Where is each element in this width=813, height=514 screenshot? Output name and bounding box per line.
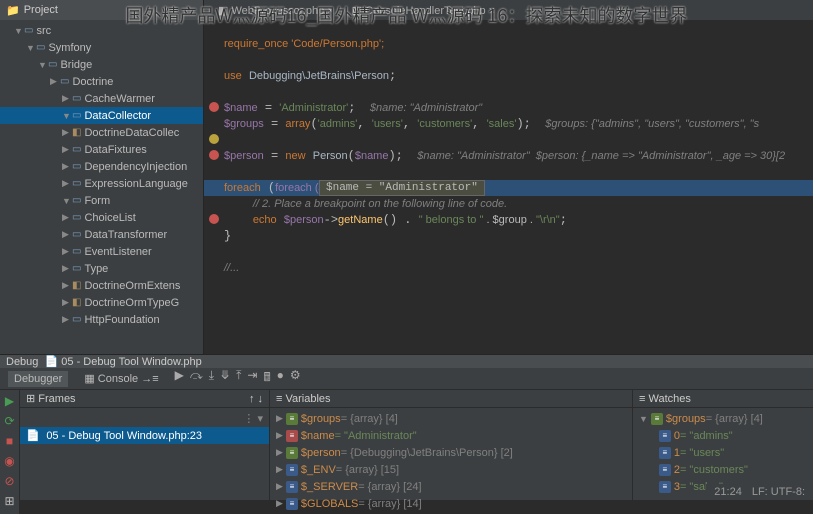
tree-node[interactable]: ▼▭DataCollector: [0, 107, 203, 124]
resume-icon[interactable]: ▶: [175, 368, 184, 389]
tree-node[interactable]: ▶▭HttpFoundation: [0, 311, 203, 328]
watch-item[interactable]: ≡1 = "users": [633, 444, 813, 461]
tree-node[interactable]: ▶▭DataTransformer: [0, 226, 203, 243]
evaluate-icon[interactable]: 🖩: [263, 368, 270, 389]
encoding[interactable]: LF: UTF-8:: [752, 486, 805, 498]
tree-node[interactable]: ▼▭Bridge: [0, 56, 203, 73]
project-sidebar: 📁 Project ▼▭src▼▭Symfony▼▭Bridge▶▭Doctri…: [0, 0, 204, 354]
layout-icon[interactable]: ⊞: [4, 494, 14, 508]
tree-node[interactable]: ▼▭Symfony: [0, 39, 203, 56]
tree-node[interactable]: ▶◧DoctrineOrmExtens: [0, 277, 203, 294]
debug-left-rail: ▶ ⟳ ■ ◉ ⊘ ⊞: [0, 390, 20, 514]
debug-panel: Debug 📄 05 - Debug Tool Window.php Debug…: [0, 354, 813, 500]
breakpoint-icon[interactable]: [209, 102, 219, 112]
step-into-icon[interactable]: ⤓: [209, 368, 214, 389]
tree-node[interactable]: ▶◧DoctrineOrmTypeG: [0, 294, 203, 311]
project-tree[interactable]: ▼▭src▼▭Symfony▼▭Bridge▶▭Doctrine▶▭CacheW…: [0, 20, 203, 354]
tree-node[interactable]: ▼▭Form: [0, 192, 203, 209]
view-bp-icon[interactable]: ◉: [4, 454, 14, 468]
editor-tabs[interactable]: ◧ WebProcessor.php ×◧ ConsoleHandlerTest…: [204, 0, 813, 20]
project-header[interactable]: 📁 Project: [0, 0, 203, 20]
toggle-bp-icon[interactable]: ●: [277, 368, 284, 389]
tree-node[interactable]: ▶▭EventListener: [0, 243, 203, 260]
variables-panel: ≡ Variables ▶≡$groups = {array} [4]▶≡$na…: [270, 390, 633, 514]
tree-node[interactable]: ▶▭ChoiceList: [0, 209, 203, 226]
cursor-pos[interactable]: 21:24: [714, 486, 742, 498]
variables-title: Variables: [285, 393, 330, 405]
rerun-icon[interactable]: ▶: [5, 394, 14, 408]
force-step-icon[interactable]: ⤋: [220, 368, 230, 389]
resume-icon[interactable]: ⟳: [4, 414, 14, 428]
tree-node[interactable]: ▶▭CacheWarmer: [0, 90, 203, 107]
tab-console[interactable]: ▦ Console →≡: [78, 370, 164, 387]
tree-node[interactable]: ▶▭DependencyInjection: [0, 158, 203, 175]
debug-toolbar: Debugger ▦ Console →≡ ▶ ⤼ ⤓ ⤋ ⤒ ⇥ 🖩 ● ⚙: [0, 368, 813, 390]
eval-tooltip: $name = "Administrator": [319, 180, 485, 196]
file-icon: 📄: [45, 355, 59, 368]
stack-frame[interactable]: 📄 05 - Debug Tool Window.php:23: [20, 427, 269, 444]
frames-panel: ⊞ Frames↑ ↓ ⋮ ▾ 📄 05 - Debug Tool Window…: [20, 390, 270, 514]
tree-node[interactable]: ▶▭ExpressionLanguage: [0, 175, 203, 192]
warn-icon: [209, 134, 219, 144]
frames-icon: ⊞: [26, 392, 35, 405]
frames-title: Frames: [38, 393, 75, 405]
tree-node[interactable]: ▶▭Type: [0, 260, 203, 277]
breakpoint-icon[interactable]: [209, 150, 219, 160]
debug-title-bar[interactable]: Debug 📄 05 - Debug Tool Window.php: [0, 355, 813, 368]
editor-tab[interactable]: ◧ ConsoleHandlerTest.php ×: [344, 2, 503, 19]
tree-node[interactable]: ▶◧DoctrineDataCollec: [0, 124, 203, 141]
variable-row[interactable]: ▶≡$_ENV = {array} [15]: [270, 461, 632, 478]
tab-debugger[interactable]: Debugger: [8, 371, 68, 387]
variable-row[interactable]: ▶≡$name = "Administrator": [270, 427, 632, 444]
variable-row[interactable]: ▶≡$person = {Debugging\JetBrains\Person}…: [270, 444, 632, 461]
stop-icon[interactable]: ■: [6, 434, 13, 448]
tree-node[interactable]: ▶▭DataFixtures: [0, 141, 203, 158]
tree-node[interactable]: ▼▭src: [0, 22, 203, 39]
step-out-icon[interactable]: ⤒: [236, 368, 241, 389]
settings-icon[interactable]: ⚙: [290, 368, 301, 389]
breakpoint-icon[interactable]: [209, 214, 219, 224]
status-bar: 21:24 LF: UTF-8:: [706, 484, 813, 500]
watch-item[interactable]: ≡2 = "customers": [633, 461, 813, 478]
thread-icon[interactable]: ⋮ ▾: [243, 412, 263, 425]
variable-row[interactable]: ▶≡$GLOBALS = {array} [14]: [270, 495, 632, 512]
watch-item[interactable]: ≡0 = "admins": [633, 427, 813, 444]
step-over-icon[interactable]: ⤼: [190, 368, 203, 389]
folder-icon: 📁: [6, 4, 20, 17]
tree-node[interactable]: ▶▭Doctrine: [0, 73, 203, 90]
file-icon: 📄: [26, 429, 40, 442]
editor-tab[interactable]: ◧ WebProcessor.php ×: [210, 2, 342, 19]
editor-area: ◧ WebProcessor.php ×◧ ConsoleHandlerTest…: [204, 0, 813, 354]
variable-row[interactable]: ▶≡$groups = {array} [4]: [270, 410, 632, 427]
code-editor[interactable]: require_once 'Code/Person.php'; use Debu…: [204, 36, 813, 354]
variable-row[interactable]: ▶≡$_SERVER = {array} [24]: [270, 478, 632, 495]
project-title: Project: [24, 4, 58, 16]
mute-bp-icon[interactable]: ⊘: [4, 474, 14, 488]
watch-row[interactable]: ▼≡$groups = {array} [4]: [633, 410, 813, 427]
console-icon: ▦: [84, 373, 94, 385]
run-to-cursor-icon[interactable]: ⇥: [247, 368, 257, 389]
watches-title: Watches: [648, 393, 690, 405]
